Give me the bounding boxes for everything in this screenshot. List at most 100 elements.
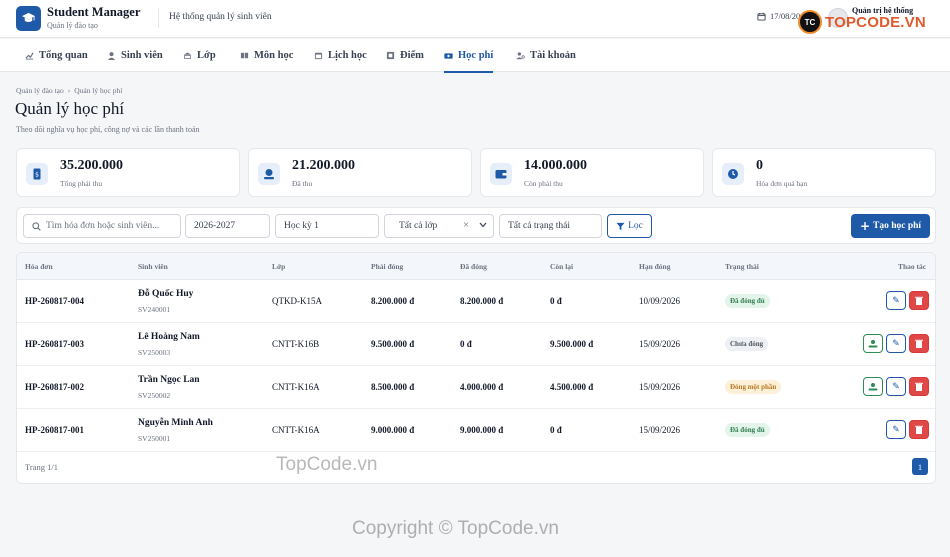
student-id: SV250002 <box>138 391 171 400</box>
amount-due: 9.000.000 đ <box>371 425 415 435</box>
student-name: Đỗ Quốc Huy <box>138 289 194 299</box>
year-select[interactable]: 2026-2027 <box>185 214 270 238</box>
topcode-badge: TC <box>798 10 822 34</box>
column-header-paid: Đã đóng <box>460 262 487 271</box>
status-select[interactable]: Tất cả trạng thái <box>499 214 602 238</box>
stat-label: Còn phải thu <box>524 179 563 188</box>
clear-icon[interactable]: × <box>463 219 469 231</box>
header-divider <box>158 8 159 28</box>
delete-button[interactable] <box>909 420 929 439</box>
grade-icon <box>386 51 395 60</box>
filter-button[interactable]: Lọc <box>607 214 652 238</box>
stat-card-collected: 21.200.000 Đã thu <box>248 148 472 197</box>
invoice-code: HP-260817-003 <box>25 339 84 349</box>
filter-icon <box>616 222 625 230</box>
column-header-remaining: Còn lại <box>550 262 574 271</box>
semester-select[interactable]: Học kỳ 1 <box>275 214 379 238</box>
column-header-deadline: Hạn đóng <box>639 262 671 271</box>
user-cog-icon <box>516 51 525 60</box>
trash-icon <box>915 382 923 391</box>
chevron-down-icon[interactable] <box>479 221 487 231</box>
amount-due: 8.500.000 đ <box>371 382 415 392</box>
topcode-logo: TC TOPCODE.VN <box>798 10 926 34</box>
nav-item-diem[interactable]: Điểm <box>386 39 424 72</box>
status-badge: Chưa đóng <box>725 337 769 351</box>
money-bill-icon <box>444 51 453 60</box>
search-placeholder: Tìm hóa đơn hoặc sinh viên... <box>46 221 160 231</box>
amount-due: 9.500.000 đ <box>371 339 415 349</box>
svg-text:$: $ <box>35 172 39 179</box>
stat-value: 14.000.000 <box>524 158 587 173</box>
amount-paid: 9.000.000 đ <box>460 425 504 435</box>
user-graduate-icon <box>107 51 116 60</box>
stat-value: 21.200.000 <box>292 158 355 173</box>
amount-remaining: 4.500.000 đ <box>550 382 594 392</box>
amount-remaining: 9.500.000 đ <box>550 339 594 349</box>
app-logo[interactable] <box>16 6 41 31</box>
nav-label: Lịch học <box>328 50 367 61</box>
search-icon <box>32 221 41 231</box>
search-input[interactable]: Tìm hóa đơn hoặc sinh viên... <box>23 214 181 238</box>
amount-paid: 0 đ <box>460 339 472 349</box>
nav-item-tong-quan[interactable]: Tổng quan <box>25 39 88 72</box>
pencil-icon: ✎ <box>892 424 900 434</box>
page-button-current[interactable]: 1 <box>912 458 928 475</box>
edit-button[interactable]: ✎ <box>886 334 906 353</box>
current-date: 17/08/20 <box>757 11 800 21</box>
invoice-code: HP-260817-004 <box>25 296 84 306</box>
table-row: HP-260817-004 Đỗ Quốc Huy SV240001 QTKD-… <box>17 280 935 323</box>
column-header-class: Lớp <box>272 262 286 271</box>
table-row: HP-260817-002 Trần Ngọc Lan SV250002 CNT… <box>17 366 935 409</box>
deadline: 15/09/2026 <box>639 382 681 392</box>
copyright-watermark: Copyright © TopCode.vn <box>352 518 559 539</box>
breadcrumb-item[interactable]: Quản lý đào tạo <box>16 86 64 95</box>
create-tuition-button[interactable]: + Tạo học phí <box>851 214 930 238</box>
record-payment-button[interactable] <box>863 334 883 353</box>
record-payment-button[interactable] <box>863 377 883 396</box>
breadcrumb: Quản lý đào tạo › Quản lý học phí <box>16 86 122 95</box>
delete-button[interactable] <box>909 291 929 310</box>
stat-label: Hóa đơn quá hạn <box>756 179 808 188</box>
delete-button[interactable] <box>909 334 929 353</box>
deadline: 10/09/2026 <box>639 296 681 306</box>
edit-button[interactable]: ✎ <box>886 420 906 439</box>
nav-item-sinh-vien[interactable]: Sinh viên <box>107 39 163 72</box>
pencil-icon: ✎ <box>892 338 900 348</box>
stat-card-overdue: 0 Hóa đơn quá hạn <box>712 148 936 197</box>
semester-value: Học kỳ 1 <box>284 221 319 231</box>
app-subtitle: Quản lý đào tạo <box>47 21 98 30</box>
status-badge: Đã đóng đủ <box>725 423 770 437</box>
nav-item-mon-hoc[interactable]: Môn học <box>240 39 293 72</box>
clock-icon <box>722 163 744 185</box>
class-code: QTKD-K15A <box>272 296 322 306</box>
stat-label: Tổng phải thu <box>60 179 103 188</box>
watermark-text: TopCode.vn <box>276 454 378 475</box>
nav-item-lop[interactable]: Lớp <box>183 39 216 72</box>
student-id: SV240001 <box>138 305 171 314</box>
amount-due: 8.200.000 đ <box>371 296 415 306</box>
stat-card-total-receivable: $ 35.200.000 Tổng phải thu <box>16 148 240 197</box>
trash-icon <box>915 339 923 348</box>
nav-label: Điểm <box>400 50 424 61</box>
status-badge: Đóng một phần <box>725 380 782 394</box>
edit-button[interactable]: ✎ <box>886 291 906 310</box>
class-select[interactable]: Tất cả lớp × <box>384 214 494 238</box>
class-code: CNTT-K16A <box>272 425 320 435</box>
wallet-icon <box>490 163 512 185</box>
calendar-icon <box>314 51 323 60</box>
chart-line-icon <box>25 51 34 60</box>
school-icon <box>183 51 192 60</box>
nav-item-lich-hoc[interactable]: Lịch học <box>314 39 367 72</box>
delete-button[interactable] <box>909 377 929 396</box>
page-title: Quản lý học phí <box>15 99 125 118</box>
money-hand-icon <box>868 383 878 391</box>
edit-button[interactable]: ✎ <box>886 377 906 396</box>
nav-item-hoc-phi[interactable]: Học phí <box>444 39 494 73</box>
create-button-label: Tạo học phí <box>873 221 922 231</box>
nav-item-tai-khoan[interactable]: Tài khoản <box>516 39 576 72</box>
stat-value: 35.200.000 <box>60 158 123 173</box>
invoice-code: HP-260817-001 <box>25 425 84 435</box>
status-badge: Đã đóng đủ <box>725 294 770 308</box>
table-header: Hóa đơn Sinh viên Lớp Phải đóng Đã đóng … <box>17 253 935 280</box>
class-code: CNTT-K16B <box>272 339 320 349</box>
